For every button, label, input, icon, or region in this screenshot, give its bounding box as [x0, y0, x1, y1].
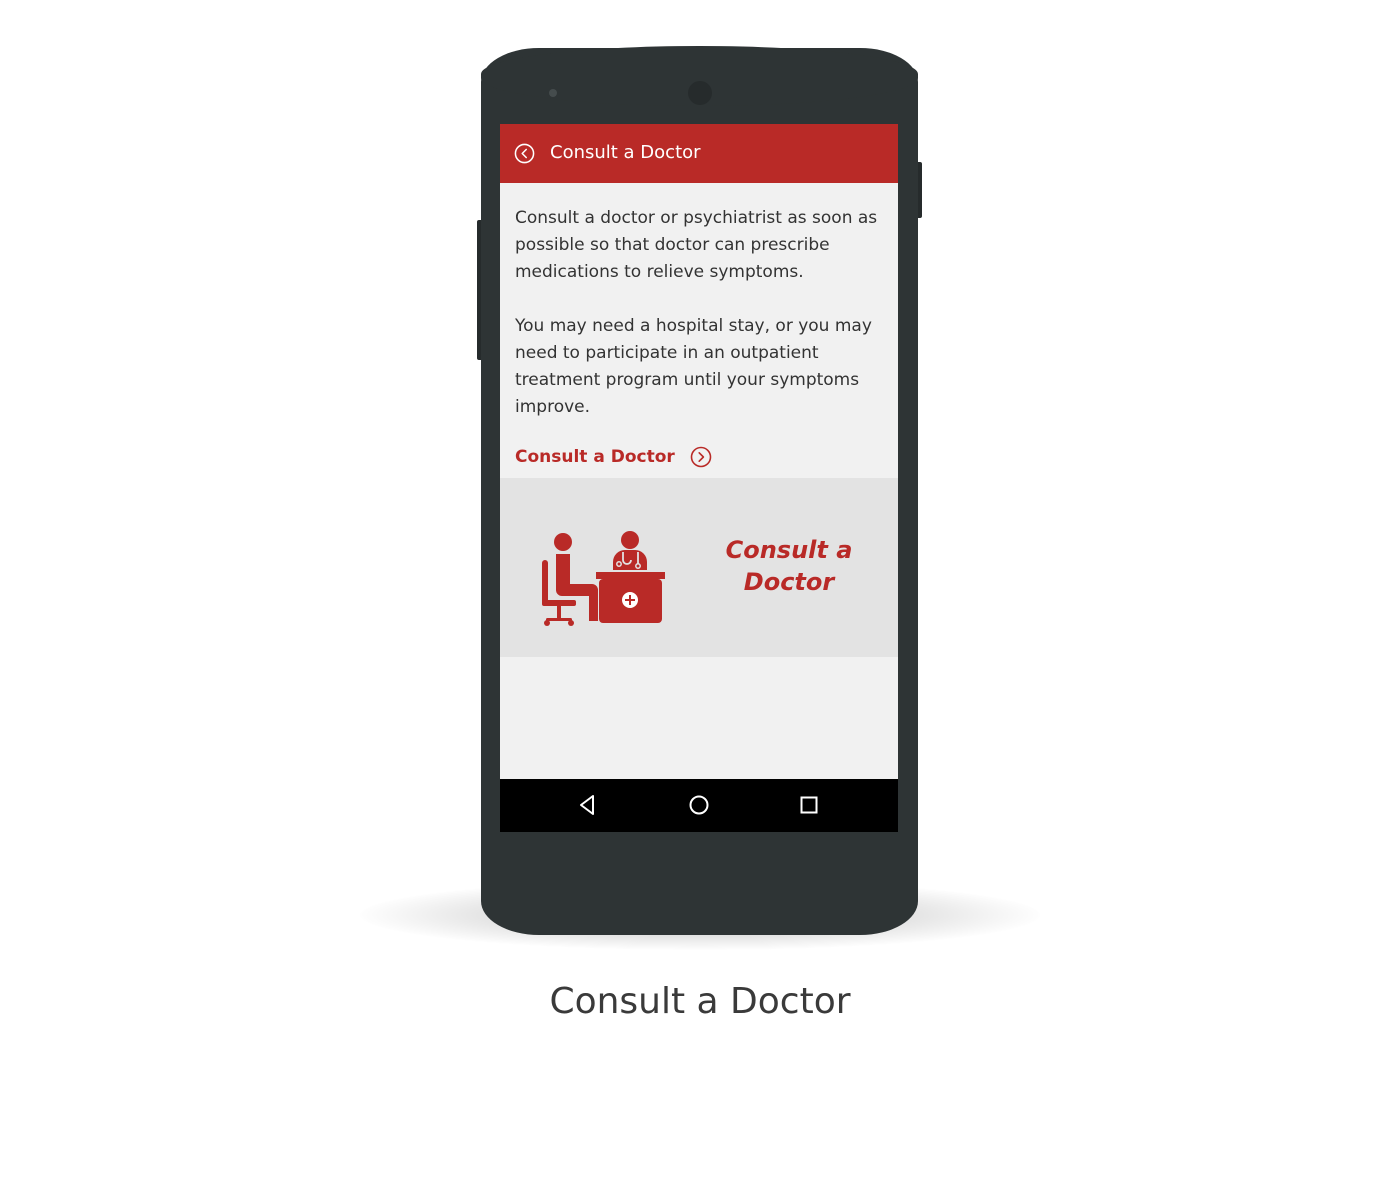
showcase-stage: Consult a Doctor Consult a doctor or psy… [0, 0, 1400, 1200]
consult-doctor-link[interactable]: Consult a Doctor [515, 442, 712, 472]
phone-screen: Consult a Doctor Consult a doctor or psy… [500, 124, 898, 832]
front-camera [688, 81, 712, 105]
circle-home-icon[interactable] [687, 793, 711, 817]
info-paragraph-2: You may need a hospital stay, or you may… [515, 316, 872, 417]
info-paragraph-1: Consult a doctor or psychiatrist as soon… [515, 208, 878, 282]
system-nav-bar [500, 779, 898, 832]
banner-title: Consult a Doctor [725, 536, 853, 596]
chevron-left-circle-icon[interactable] [514, 143, 535, 164]
consult-doctor-link-label: Consult a Doctor [515, 447, 675, 467]
consult-doctor-banner[interactable]: Consult a Doctor [500, 478, 898, 657]
app-bar: Consult a Doctor [500, 124, 898, 183]
proximity-sensor [549, 89, 557, 97]
chevron-right-circle-icon [690, 446, 712, 468]
square-recents-icon[interactable] [797, 793, 821, 817]
showcase-caption: Consult a Doctor [549, 981, 851, 1022]
patient-doctor-desk-icon [542, 531, 665, 626]
page-title: Consult a Doctor [550, 142, 701, 163]
triangle-back-icon[interactable] [576, 793, 600, 817]
